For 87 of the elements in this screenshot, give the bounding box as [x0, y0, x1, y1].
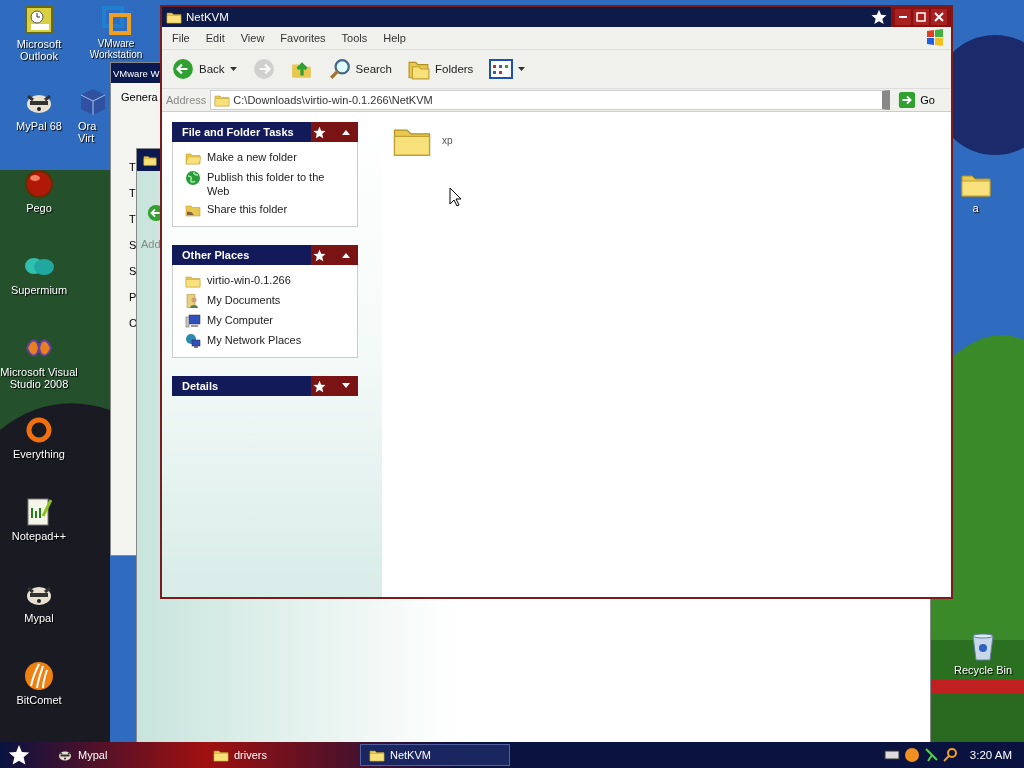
folder-icon — [213, 747, 229, 763]
folder-icon — [369, 747, 385, 763]
star-icon — [8, 744, 30, 766]
views-icon — [489, 59, 514, 79]
address-field[interactable]: C:\Downloads\virtio-win-0.1.266\NetKVM — [210, 90, 891, 110]
task-link[interactable]: My Network Places — [207, 333, 347, 347]
task-panel-header[interactable]: Other Places — [172, 245, 358, 265]
go-button[interactable]: Go — [894, 91, 947, 109]
maximize-icon — [916, 12, 926, 22]
desktop-icon-label[interactable]: Ora Virt — [78, 120, 108, 144]
desktop-icon-label[interactable]: Notepad++ — [11, 530, 67, 542]
label-text: T — [129, 213, 137, 225]
taskbar-button[interactable]: NetKVM — [360, 744, 510, 766]
windows-flag-icon — [925, 28, 945, 48]
menu-item[interactable]: View — [232, 32, 273, 44]
menu-item[interactable]: Edit — [197, 32, 233, 44]
label-text: S — [129, 239, 138, 251]
task-link[interactable]: virtio-win-0.1.266 — [207, 273, 347, 287]
task-link[interactable]: Publish this folder to the Web — [207, 170, 347, 198]
folder-icon — [185, 150, 201, 166]
star-icon — [313, 125, 326, 139]
folder-icon — [143, 153, 157, 167]
caret-icon — [518, 67, 526, 71]
desktop-icon-label[interactable]: Recycle Bin — [953, 664, 1013, 676]
folder-icon — [185, 202, 201, 218]
address-label: Add — [141, 238, 161, 250]
calendar-icon — [23, 4, 55, 36]
striped-ball-icon — [23, 660, 55, 692]
close-button[interactable] — [931, 9, 947, 25]
address-label: Address — [166, 94, 207, 106]
task-link[interactable]: My Computer — [207, 313, 347, 327]
task-link[interactable]: My Documents — [207, 293, 347, 307]
menu-item[interactable]: File — [164, 32, 198, 44]
folders-button[interactable]: Folders — [404, 56, 478, 82]
desktop-icon-label[interactable]: a — [972, 202, 979, 214]
minimize-icon — [898, 16, 908, 18]
search-icon — [941, 747, 958, 763]
back-button[interactable]: Back — [168, 56, 241, 82]
collapse-chevron-icon — [341, 252, 351, 258]
task-panel-header[interactable]: Details — [172, 376, 358, 396]
mouse-cursor-icon — [449, 187, 463, 207]
desktop-icon-label[interactable]: Microsoft Outlook — [0, 38, 78, 62]
desktop-icon-label[interactable]: Mypal — [24, 612, 54, 624]
desktop-icon-label[interactable]: Microsoft Visual Studio 2008 — [0, 366, 78, 390]
keyboard-icon — [883, 750, 900, 760]
task-link[interactable]: Make a new folder — [207, 150, 347, 164]
search-icon — [328, 58, 351, 80]
tab[interactable]: Genera — [121, 91, 158, 103]
desktop-icon-label[interactable]: MyPal 68 — [16, 120, 62, 132]
task-link[interactable]: Share this folder — [207, 202, 347, 216]
maximize-button[interactable] — [913, 9, 929, 25]
desktop-icon-label[interactable]: Supermium — [10, 284, 68, 296]
menu-item[interactable]: Help — [375, 32, 414, 44]
globe-icon — [185, 170, 201, 186]
expand-chevron-icon — [341, 383, 351, 389]
label-text: P — [129, 291, 138, 303]
star-icon — [313, 379, 326, 393]
clock: 3:20 AM — [969, 749, 1012, 761]
window-title: NetKVM — [186, 11, 229, 23]
folder-icon — [214, 92, 231, 108]
star-icon — [313, 248, 326, 262]
window-title: VMware W — [113, 67, 160, 79]
taskbar-button[interactable]: drivers — [204, 744, 354, 766]
folder-icon — [166, 9, 182, 25]
person-folder-icon — [185, 293, 201, 309]
desktop-icon-label[interactable]: BitComet — [16, 694, 62, 706]
label-text: S — [129, 265, 138, 277]
collapse-chevron-icon — [341, 129, 351, 135]
close-icon — [934, 12, 944, 22]
window-logo-icon — [100, 4, 132, 36]
label-text: T — [129, 161, 137, 173]
label-text: T — [129, 187, 137, 199]
taskbar-button[interactable]: Mypal — [48, 744, 198, 766]
ball-icon — [903, 747, 920, 763]
minimize-button[interactable] — [895, 9, 911, 25]
search-button[interactable]: Search — [324, 56, 396, 82]
star-icon — [871, 9, 887, 25]
computer-icon — [185, 313, 201, 329]
menu-item[interactable]: Tools — [333, 32, 376, 44]
task-panel-header[interactable]: File and Folder Tasks — [172, 122, 358, 142]
desktop-icon-label[interactable]: Pego — [26, 202, 52, 214]
desktop-icon-label[interactable]: VMware Workstation — [78, 38, 154, 60]
file-name[interactable]: xp — [440, 133, 455, 147]
menu-item[interactable]: Favorites — [272, 32, 334, 44]
caret-icon — [229, 67, 237, 71]
desktop-icon-label[interactable]: Everything — [13, 448, 65, 460]
folder-icon — [185, 273, 201, 289]
